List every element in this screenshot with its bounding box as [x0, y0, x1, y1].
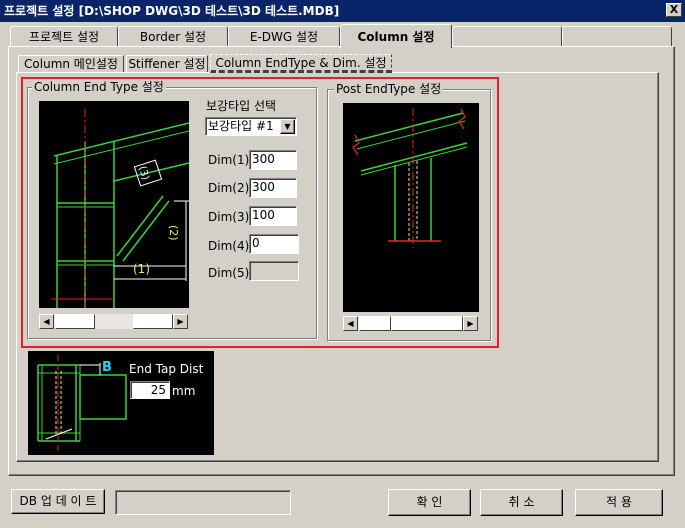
confirm-button[interactable]: 확 인 [388, 489, 471, 516]
dim1-field-label: Dim(1) [208, 153, 250, 167]
end-tap-unit: mm [172, 384, 196, 398]
dim2-field-label: Dim(2) [208, 181, 250, 195]
subtab-stiffener[interactable]: Stiffener 설정 [126, 55, 208, 73]
tab-project-settings[interactable]: 프로젝트 설정 [10, 26, 118, 47]
scroll-thumb[interactable] [55, 314, 95, 329]
end-tap-label: End Tap Dist [129, 362, 204, 376]
dim3-input[interactable]: 100 [249, 206, 297, 226]
post-endtype-diagram [343, 103, 479, 312]
chevron-down-icon[interactable]: ▼ [280, 119, 295, 134]
status-field [115, 490, 291, 515]
db-update-button[interactable]: DB 업 데 이 트 [11, 489, 105, 514]
scroll-right-arrow-icon[interactable]: ▶ [173, 314, 188, 329]
tab-column-settings[interactable]: Column 설정 [340, 24, 452, 48]
cancel-button[interactable]: 취 소 [480, 489, 563, 516]
tab-edwg-settings[interactable]: E-DWG 설정 [228, 26, 340, 47]
tab-empty-2[interactable] [562, 26, 672, 47]
scroll-thumb-right[interactable] [133, 314, 173, 329]
post-endtype-drawing [352, 108, 468, 248]
post-scroll-right-arrow-icon[interactable]: ▶ [463, 316, 478, 331]
dim5-field-label: Dim(5) [208, 266, 250, 280]
column-end-diagram: (1) (2) (3) [39, 101, 189, 308]
close-button[interactable]: X [666, 3, 682, 17]
tab-border-settings[interactable]: Border 설정 [118, 26, 228, 47]
reinforce-type-value: 보강타입 #1 [208, 119, 274, 133]
reinforce-type-label: 보강타입 선택 [206, 99, 277, 113]
dim2-label: (2) [167, 225, 180, 241]
subtab-column-endtype[interactable]: Column EndType & Dim. 설정 [210, 54, 392, 73]
scroll-left-arrow-icon[interactable]: ◀ [39, 314, 54, 329]
column-end-type-title: Column End Type 설정 [32, 80, 166, 94]
dim3-field-label: Dim(3) [208, 210, 250, 224]
column-end-drawing: (1) (2) (3) [51, 109, 189, 308]
post-scroll-thumb-right[interactable] [391, 316, 463, 331]
end-tap-marker: B [102, 360, 112, 375]
tab-empty-1[interactable] [452, 26, 562, 47]
post-scroll-left-arrow-icon[interactable]: ◀ [343, 316, 358, 331]
dim5-input [249, 261, 299, 281]
dim2-input[interactable]: 300 [249, 178, 297, 198]
post-endtype-title: Post EndType 설정 [334, 82, 444, 96]
post-scroll-thumb[interactable] [359, 316, 391, 331]
subtab-column-main[interactable]: Column 메인설정 [18, 55, 124, 73]
dim4-input[interactable]: 0 [249, 234, 299, 254]
end-tap-input[interactable]: 25 [130, 381, 170, 399]
apply-button[interactable]: 적 용 [575, 489, 663, 516]
window-title: 프로젝트 설정 [D:\SHOP DWG\3D 테스트\3D 테스트.MDB] [0, 0, 685, 22]
dim4-field-label: Dim(4) [208, 239, 250, 253]
dim1-input[interactable]: 300 [249, 150, 297, 170]
dim1-label: (1) [133, 262, 150, 276]
